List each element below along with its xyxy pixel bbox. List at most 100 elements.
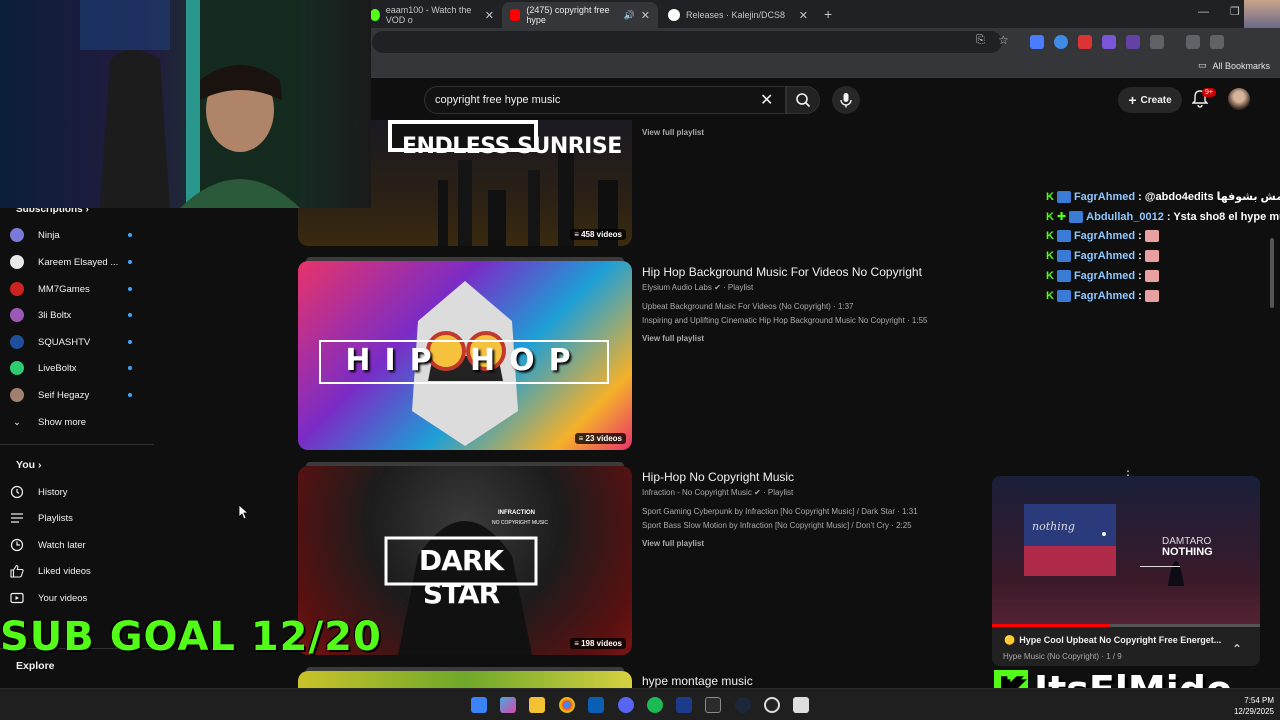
address-bar[interactable] [372, 31, 1002, 53]
twitch-extension-icon[interactable] [1126, 35, 1140, 49]
chat-username: FagrAhmed [1073, 250, 1136, 262]
extension-icon[interactable] [1030, 35, 1044, 49]
video-count-badge: ≡ 198 videos [570, 638, 626, 649]
restore-window-icon[interactable]: ❐ [1230, 5, 1240, 18]
expand-queue-icon[interactable]: ⌃ [1232, 642, 1242, 656]
new-tab-button[interactable]: + [824, 6, 832, 22]
playlist-title[interactable]: Hip-Hop No Copyright Music [642, 470, 794, 484]
chat-text: : [1138, 290, 1142, 302]
clear-search-icon[interactable]: ✕ [760, 90, 773, 110]
close-tab-icon[interactable]: ✕ [485, 9, 494, 22]
playlists-icon [11, 513, 23, 523]
tab-label: (2475) copyright free hype [526, 5, 610, 25]
channel-name[interactable]: Elysium Audio Labs [642, 283, 712, 292]
video-count: 458 videos [581, 230, 622, 239]
verified-icon: ✔ [714, 283, 723, 292]
view-full-playlist-link[interactable]: View full playlist [642, 539, 704, 548]
channel-avatar [10, 335, 24, 349]
extension-icon[interactable] [1102, 35, 1116, 49]
sidebar-channel-mm7games[interactable]: MM7Games [10, 278, 150, 300]
playlist-thumbnail[interactable]: HIP HOP ≡ 23 videos [298, 261, 632, 450]
app-icon[interactable] [793, 697, 809, 713]
voice-search-button[interactable] [832, 86, 860, 114]
sidebar-item-history[interactable]: History [10, 481, 150, 503]
audio-playing-icon[interactable]: 🔊 [624, 10, 635, 21]
new-content-dot [128, 393, 132, 397]
discord-icon[interactable] [618, 697, 634, 713]
sidebar-channel-kareem-elsayed[interactable]: Kareem Elsayed ... [10, 251, 150, 273]
playlist-video-item[interactable]: Inspiring and Uplifting Cinematic Hip Ho… [642, 316, 927, 325]
view-full-playlist-link[interactable]: View full playlist [642, 334, 704, 343]
reading-list-icon[interactable] [1210, 35, 1224, 49]
video-script-text: nothing [1032, 520, 1075, 533]
channel-name[interactable]: Infraction - No Copyright Music [642, 488, 752, 497]
sidebar-channel-liveboltx[interactable]: LiveBoltx [10, 357, 150, 379]
playlist-title[interactable]: Hip Hop Background Music For Videos No C… [642, 265, 922, 279]
clock-time: 7:54 PM [1244, 696, 1274, 705]
page-scrollbar-thumb[interactable] [1270, 238, 1274, 308]
create-button[interactable]: + Create [1118, 87, 1182, 113]
file-explorer-icon[interactable] [529, 697, 545, 713]
miniplayer[interactable]: nothing DAMTARO NOTHING 🟡 Hype Cool Upbea… [992, 476, 1260, 666]
obs-icon[interactable] [764, 697, 780, 713]
video-count-badge: ≡ 458 videos [570, 229, 626, 240]
browser-tab[interactable]: eaam100 - Watch the VOD o ✕ [362, 2, 502, 28]
show-more-label: Show more [38, 416, 87, 428]
system-clock[interactable]: 7:54 PM 12/29/2025 [1234, 695, 1274, 717]
sidebar-channel-ninja[interactable]: Ninja [10, 224, 150, 246]
sidebar-channel-3li-boltx[interactable]: 3li Boltx [10, 304, 150, 326]
account-avatar[interactable] [1228, 88, 1250, 110]
miniplayer-title[interactable]: Hype Cool Upbeat No Copyright Free Energ… [1019, 635, 1221, 646]
channel-name: 3li Boltx [38, 309, 72, 321]
close-tab-icon[interactable]: ✕ [641, 9, 650, 22]
browser-tab-active[interactable]: (2475) copyright free hype 🔊 ✕ [502, 2, 658, 28]
sidebar-item-playlists[interactable]: Playlists [10, 507, 150, 529]
sidebar-channel-squashtv[interactable]: SQUASHTV [10, 331, 150, 353]
video-count: 23 videos [585, 434, 622, 443]
bookmark-star-icon[interactable]: ☆ [998, 33, 1009, 47]
store-icon[interactable] [588, 697, 604, 713]
thumbnail-text: ENDLESS SUNRISE [402, 134, 622, 159]
extensions-puzzle-icon[interactable] [1150, 35, 1164, 49]
you-heading[interactable]: You › [16, 459, 41, 471]
view-full-playlist-link[interactable]: View full playlist [642, 128, 704, 137]
emoji-icon: 🟡 [1004, 635, 1016, 645]
copilot-icon[interactable] [500, 697, 516, 713]
chat-username: Abdullah_0012 [1086, 210, 1164, 223]
second-webcam-thumbnail [1244, 0, 1280, 28]
cast-icon[interactable]: ⎘ [976, 34, 985, 47]
spotify-icon[interactable] [647, 697, 663, 713]
show-more-button[interactable]: ⌄ Show more [10, 411, 150, 433]
playlist-title[interactable]: hype montage music [642, 674, 753, 688]
search-input[interactable]: copyright free hype music [424, 86, 786, 114]
channel-name: MM7Games [38, 283, 90, 295]
playlist-video-item[interactable]: Sport Gaming Cyberpunk by Infraction [No… [642, 507, 918, 516]
browser-tab[interactable]: Releases · Kalejin/DCS8 ✕ [660, 2, 816, 28]
miniplayer-video[interactable]: nothing DAMTARO NOTHING [992, 476, 1260, 626]
all-bookmarks-button[interactable]: ▭ All Bookmarks [1198, 60, 1270, 71]
playlist-icon: ≡ [578, 434, 586, 443]
shield-app-icon[interactable] [676, 697, 692, 713]
sidebar-item-watch-later[interactable]: Watch later [10, 534, 150, 556]
close-tab-icon[interactable]: ✕ [799, 9, 808, 22]
notifications-count-badge: 9+ [1202, 88, 1216, 97]
channel-avatar [10, 361, 24, 375]
downloads-icon[interactable] [1186, 35, 1200, 49]
terminal-icon[interactable] [705, 697, 721, 713]
extension-icon[interactable] [1054, 35, 1068, 49]
start-icon[interactable] [471, 697, 487, 713]
playlist-thumbnail[interactable] [298, 671, 632, 688]
playlist-video-item[interactable]: Sport Bass Slow Motion by Infraction [No… [642, 521, 912, 530]
kick-badge-icon: K [1046, 250, 1054, 262]
channel-avatar [10, 388, 24, 402]
sidebar-channel-seif-hegazy[interactable]: Seif Hegazy [10, 384, 150, 406]
chat-text: : @abdo4edits ﻲ ﻛﺘﻴﺮ ﻣﺶ ﺑﺸﻮﻓﻬﺎ [1138, 191, 1280, 203]
steam-icon[interactable] [735, 697, 751, 713]
search-button[interactable] [786, 86, 820, 114]
extension-icon[interactable] [1078, 35, 1092, 49]
sidebar-item-liked-videos[interactable]: Liked videos [10, 560, 150, 582]
sidebar-item-your-videos[interactable]: Your videos [10, 587, 150, 609]
chrome-icon[interactable] [559, 697, 575, 713]
minimize-window-icon[interactable]: — [1198, 6, 1209, 18]
playlist-video-item[interactable]: Upbeat Background Music For Videos (No C… [642, 302, 854, 311]
